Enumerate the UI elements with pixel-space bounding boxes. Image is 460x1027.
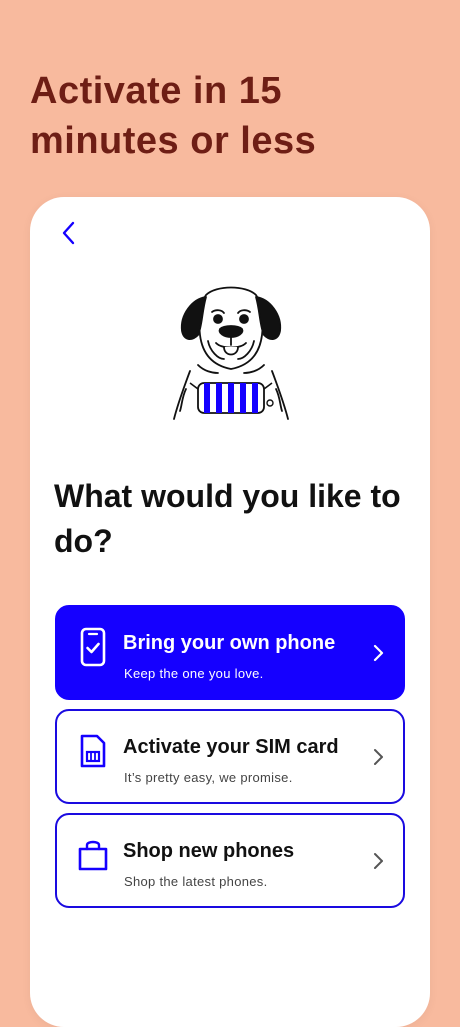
activate-sim-button[interactable]: Activate your SIM card It’s pretty easy,… bbox=[55, 709, 405, 804]
chevron-right-icon bbox=[374, 749, 383, 765]
phone-check-icon bbox=[77, 627, 109, 667]
option-title: Activate your SIM card bbox=[123, 736, 339, 758]
shop-new-phones-button[interactable]: Shop new phones Shop the latest phones. bbox=[55, 813, 405, 908]
option-title: Shop new phones bbox=[123, 840, 295, 862]
app-screen: What would you like to do? Bring your ow… bbox=[30, 197, 430, 1027]
screen-question: What would you like to do? bbox=[54, 478, 401, 559]
option-subtitle: It’s pretty easy, we promise. bbox=[124, 770, 293, 785]
sim-card-icon bbox=[77, 731, 109, 771]
bring-own-phone-button[interactable]: Bring your own phone Keep the one you lo… bbox=[55, 605, 405, 700]
dog-mascot-illustration bbox=[173, 286, 289, 420]
chevron-left-icon bbox=[62, 221, 75, 245]
shopping-bag-icon bbox=[77, 835, 109, 875]
chevron-right-icon bbox=[374, 853, 383, 869]
option-subtitle: Keep the one you love. bbox=[124, 666, 264, 681]
back-button[interactable] bbox=[54, 217, 82, 249]
promo-headline: Activate in 15 minutes or less bbox=[30, 70, 317, 162]
chevron-right-icon bbox=[373, 644, 384, 662]
option-subtitle: Shop the latest phones. bbox=[124, 874, 268, 889]
option-title: Bring your own phone bbox=[123, 632, 336, 654]
